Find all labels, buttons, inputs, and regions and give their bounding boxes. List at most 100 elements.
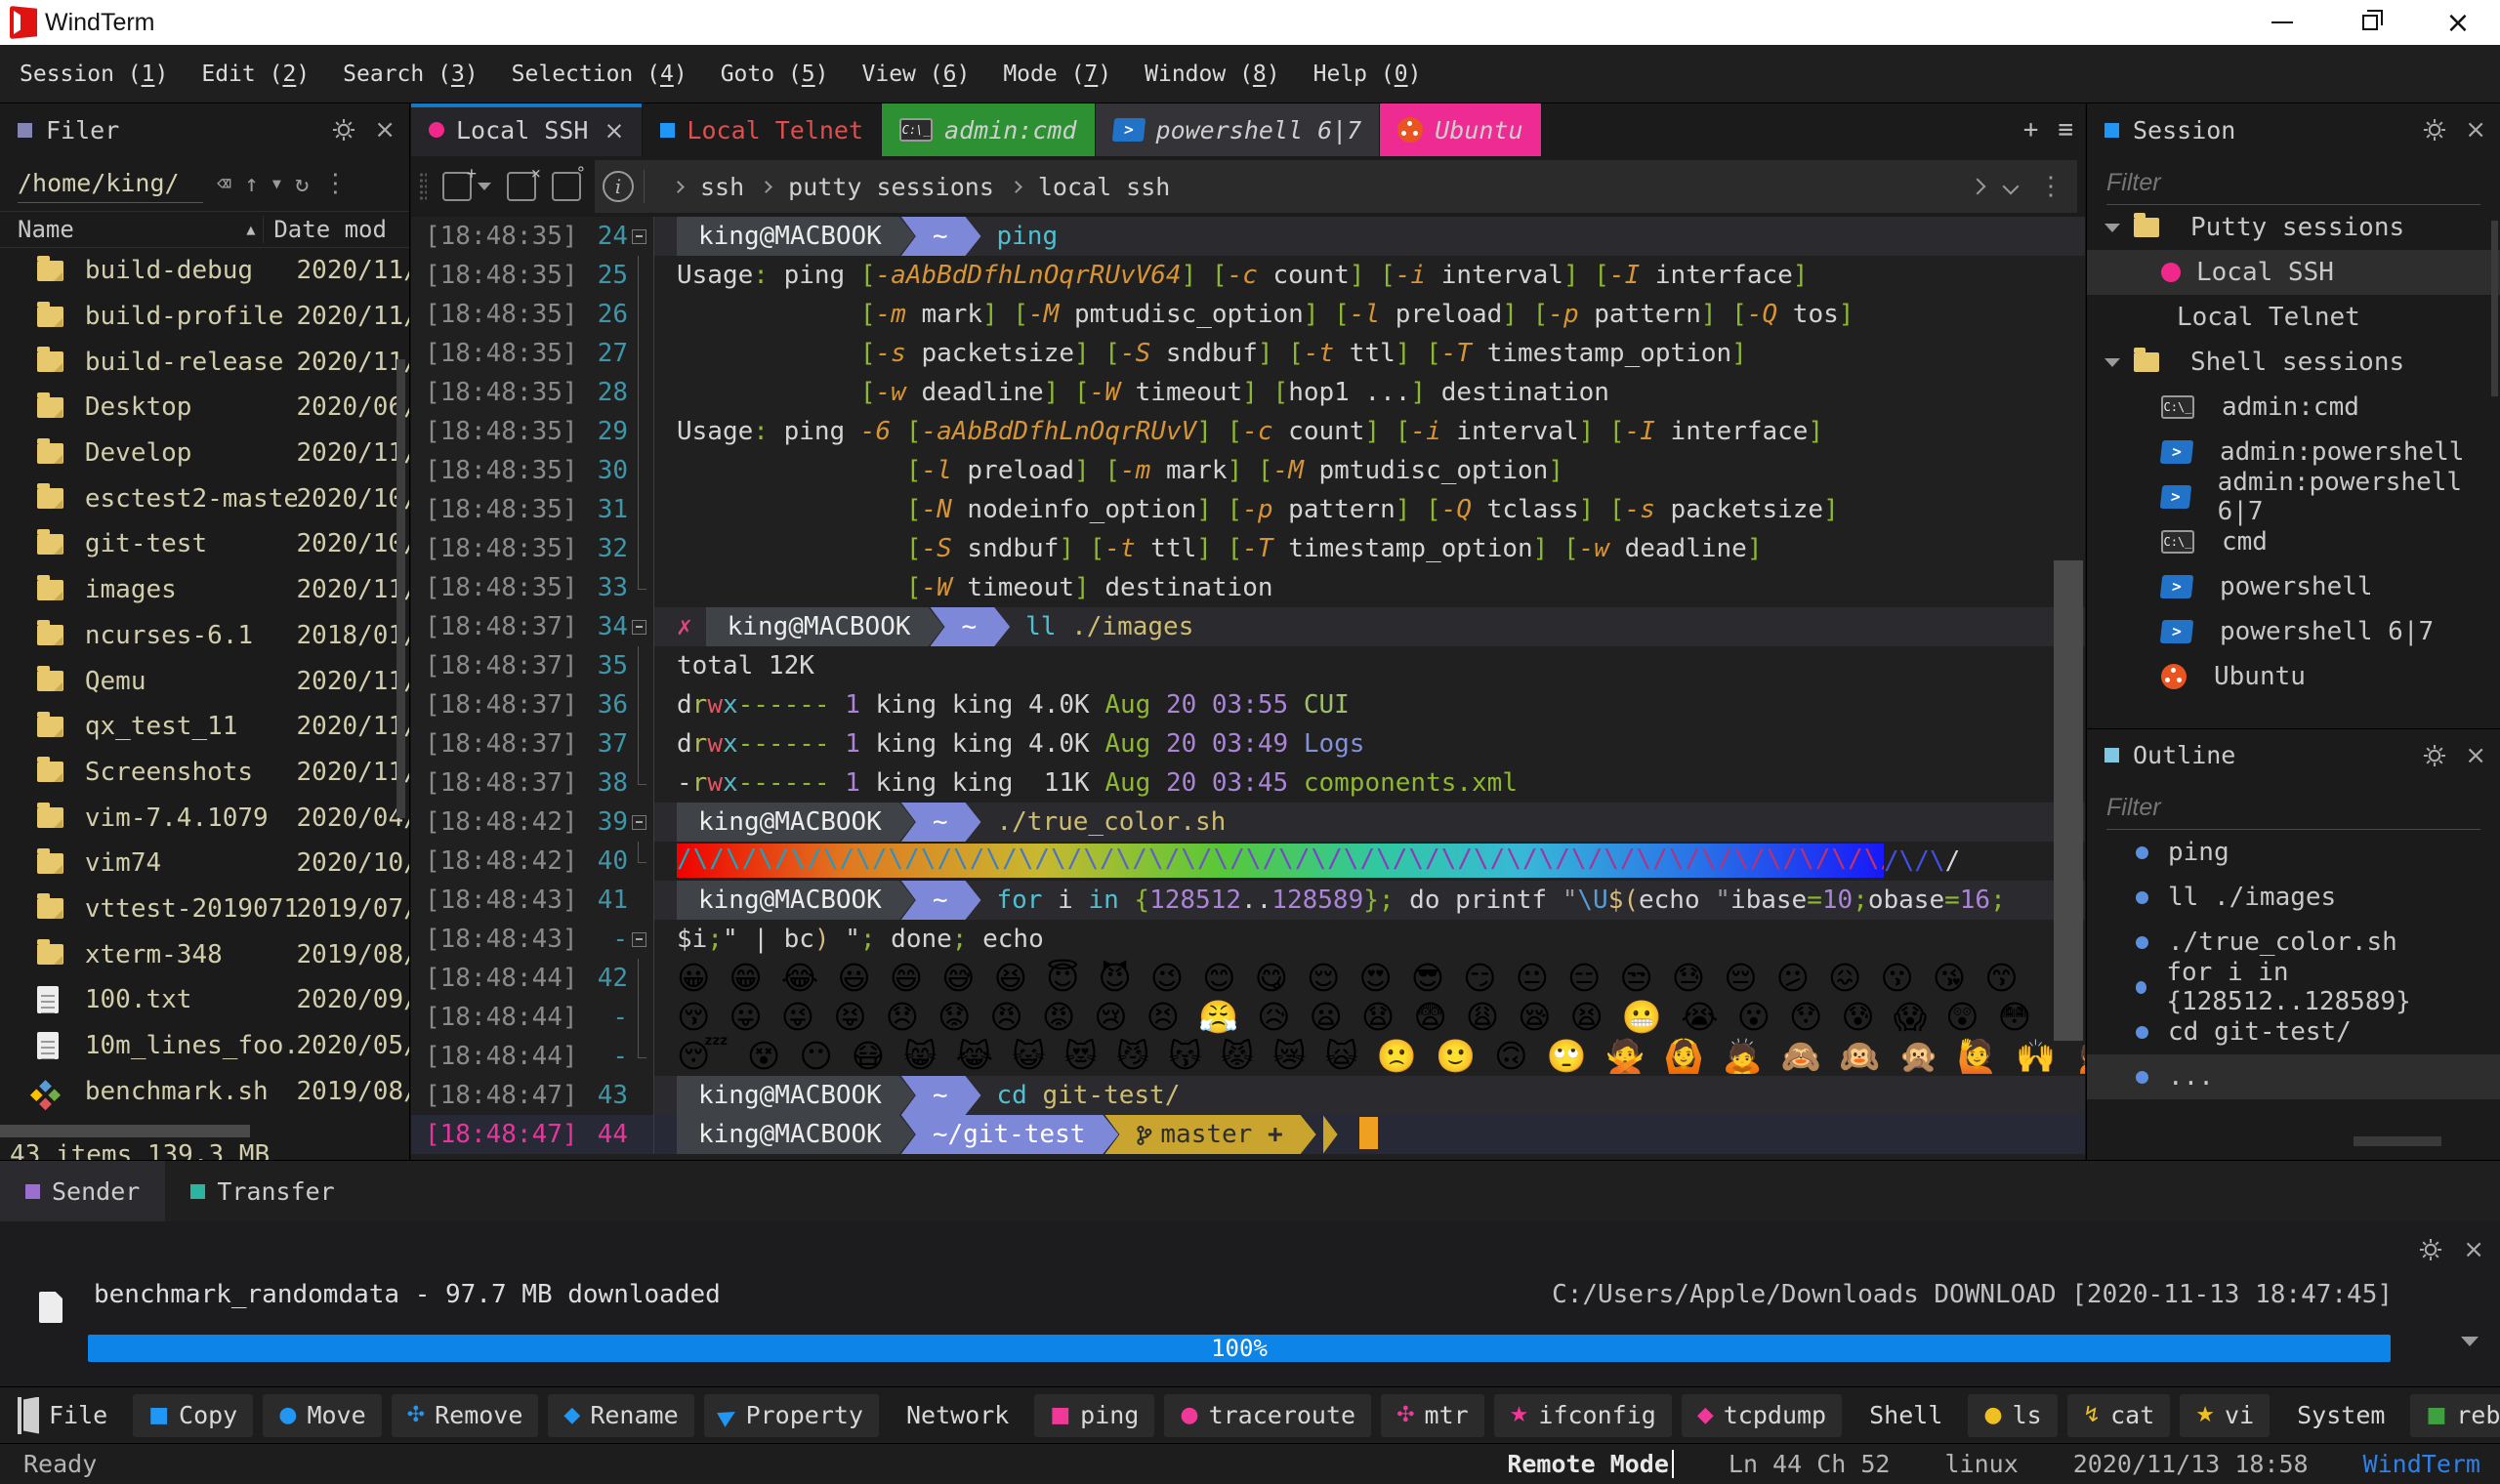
session-filter-input[interactable] bbox=[2106, 162, 2480, 205]
session-scrollbar[interactable] bbox=[2491, 221, 2498, 396]
session-item-local-ssh[interactable]: Local SSH bbox=[2087, 250, 2500, 295]
fold-marker[interactable] bbox=[628, 803, 653, 842]
filer-close-icon[interactable]: × bbox=[374, 115, 396, 144]
menu-view[interactable]: View (6) bbox=[849, 62, 984, 87]
file-row[interactable]: Screenshots 2020/11/ bbox=[0, 750, 409, 796]
file-row[interactable]: images 2020/11/ bbox=[0, 567, 409, 613]
session-item-local-telnet[interactable]: Local Telnet bbox=[2087, 295, 2500, 340]
file-row[interactable]: Qemu 2020/11/ bbox=[0, 658, 409, 704]
filer-settings-gear-icon[interactable] bbox=[331, 117, 356, 143]
file-row[interactable]: Desktop 2020/06/ bbox=[0, 385, 409, 431]
tab-ubuntu[interactable]: Ubuntu bbox=[1380, 103, 1542, 156]
status-mode[interactable]: Remote Mode bbox=[1507, 1450, 1674, 1478]
minimize-button[interactable] bbox=[2266, 6, 2299, 39]
tab-admin-cmd[interactable]: C:\_ admin:cmd bbox=[882, 103, 1096, 156]
toolbar-button-tcpdump[interactable]: ◆ tcpdump bbox=[1681, 1393, 1843, 1437]
session-item-admin-cmd[interactable]: C:\_ admin:cmd bbox=[2087, 385, 2500, 430]
file-row[interactable]: build-release 2020/11/ bbox=[0, 339, 409, 385]
menu-goto[interactable]: Goto (5) bbox=[707, 62, 843, 87]
outline-item[interactable]: ping bbox=[2087, 830, 2500, 875]
toolbar-button-ls[interactable]: ● ls bbox=[1968, 1393, 2058, 1437]
transfer-settings-gear-icon[interactable] bbox=[2418, 1237, 2443, 1262]
menu-mode[interactable]: Mode (7) bbox=[989, 62, 1125, 87]
column-date[interactable]: Date mod bbox=[263, 216, 409, 243]
file-row[interactable]: git-test 2020/10/ bbox=[0, 521, 409, 567]
outline-settings-gear-icon[interactable] bbox=[2422, 743, 2447, 768]
transfer-tab-sender[interactable]: Sender bbox=[0, 1161, 166, 1221]
file-row[interactable]: Develop 2020/11/ bbox=[0, 431, 409, 476]
file-row[interactable]: 10m_lines_foo.t…2020/05/ bbox=[0, 1023, 409, 1069]
menu-help[interactable]: Help (0) bbox=[1300, 62, 1436, 87]
up-dropdown-icon[interactable]: ▼ bbox=[272, 175, 281, 192]
toolbar-button-cat[interactable]: ↯ cat bbox=[2066, 1393, 2171, 1437]
transfer-tab-transfer[interactable]: Transfer bbox=[165, 1161, 359, 1221]
toolbar-button-remove[interactable]: ✣ Remove bbox=[391, 1393, 539, 1437]
session-item-powershell[interactable]: > powershell bbox=[2087, 564, 2500, 609]
up-directory-icon[interactable]: ↑ bbox=[244, 170, 258, 197]
tab-local-ssh[interactable]: Local SSH × bbox=[411, 103, 644, 156]
breadcrumb-item[interactable]: ssh bbox=[698, 171, 746, 203]
file-row[interactable]: build-debug 2020/11/ bbox=[0, 248, 409, 294]
filer-more-icon[interactable]: ⋮ bbox=[322, 169, 348, 198]
file-row[interactable]: 100.txt 2020/09/ bbox=[0, 977, 409, 1023]
session-item-powershell-6-7[interactable]: > powershell 6|7 bbox=[2087, 609, 2500, 654]
terminal-output[interactable]: [18:48:35] 24 king@MACBOOK ~ ping [18:48:35] 2… bbox=[411, 217, 2085, 1160]
session-group-putty-sessions[interactable]: Putty sessions bbox=[2087, 205, 2500, 250]
status-os[interactable]: linux bbox=[1944, 1450, 2018, 1478]
session-settings-gear-icon[interactable] bbox=[2422, 117, 2447, 143]
new-tab-dropdown-icon[interactable] bbox=[478, 183, 491, 190]
file-row[interactable]: ncurses-6.1 2018/01/ bbox=[0, 613, 409, 659]
new-window-icon[interactable]: ° bbox=[552, 164, 586, 201]
file-row[interactable]: vim-7.4.1079 2020/04/ bbox=[0, 795, 409, 841]
file-row[interactable]: esctest2-master 2020/10/ bbox=[0, 475, 409, 521]
info-icon[interactable]: i bbox=[603, 171, 634, 202]
file-row[interactable]: build-profile 2020/11/ bbox=[0, 294, 409, 340]
session-item-ubuntu[interactable]: Ubuntu bbox=[2087, 654, 2500, 699]
outline-close-icon[interactable]: × bbox=[2465, 741, 2486, 770]
drag-handle[interactable] bbox=[419, 172, 427, 201]
toolbar-button-ifconfig[interactable]: ★ ifconfig bbox=[1493, 1393, 1672, 1437]
transfer-close-icon[interactable]: × bbox=[2463, 1235, 2484, 1264]
outline-scrollbar[interactable] bbox=[2354, 1136, 2441, 1146]
outline-filter-input[interactable] bbox=[2106, 787, 2480, 830]
filer-path-input[interactable]: /home/king/ bbox=[18, 164, 203, 203]
filer-horizontal-scrollbar[interactable] bbox=[0, 1125, 250, 1137]
menu-session[interactable]: Session (1) bbox=[6, 62, 182, 87]
session-close-icon[interactable]: × bbox=[2465, 115, 2486, 144]
tab-close-icon[interactable]: × bbox=[604, 116, 624, 144]
file-row[interactable]: qx_test_11 2020/11/ bbox=[0, 704, 409, 750]
status-cursor-position[interactable]: Ln 44 Ch 52 bbox=[1729, 1450, 1891, 1478]
terminal-scrollbar[interactable] bbox=[2054, 560, 2083, 1041]
breadcrumb-item[interactable]: putty sessions bbox=[786, 171, 996, 203]
tab-powershell-6-7[interactable]: > powershell 6|7 bbox=[1095, 103, 1381, 156]
toolbar-button-copy[interactable]: ■ Copy bbox=[133, 1393, 254, 1437]
restore-button[interactable] bbox=[2354, 6, 2387, 39]
filer-vertical-scrollbar[interactable] bbox=[396, 359, 405, 818]
session-group-shell-sessions[interactable]: Shell sessions bbox=[2087, 340, 2500, 385]
refresh-icon[interactable]: ↻ bbox=[295, 170, 309, 197]
fold-marker[interactable] bbox=[628, 217, 653, 256]
toolbar-button-traceroute[interactable]: ● traceroute bbox=[1164, 1393, 1372, 1437]
exit-door-icon[interactable] bbox=[18, 1396, 21, 1434]
close-button[interactable]: × bbox=[2441, 6, 2475, 40]
close-tab-icon[interactable]: × bbox=[507, 164, 541, 201]
breadcrumb-item[interactable]: local ssh bbox=[1036, 171, 1172, 203]
outline-item[interactable]: for i in {128512..128589} bbox=[2087, 958, 2500, 1016]
breadcrumb-dropdown-icon[interactable] bbox=[2002, 178, 2020, 195]
menu-search[interactable]: Search (3) bbox=[329, 62, 492, 87]
toolbar-button-reboot[interactable]: ■ reboot bbox=[2410, 1393, 2500, 1437]
collapse-arrow-icon[interactable] bbox=[2104, 357, 2120, 367]
add-tab-icon[interactable]: + bbox=[2023, 115, 2039, 144]
tab-list-icon[interactable]: ≡ bbox=[2058, 115, 2073, 144]
menu-edit[interactable]: Edit (2) bbox=[188, 62, 323, 87]
session-item-admin-powershell-6-7[interactable]: > admin:powershell 6|7 bbox=[2087, 468, 2500, 526]
column-name[interactable]: Name ▲ bbox=[0, 216, 263, 243]
toolbar-button-move[interactable]: ● Move bbox=[263, 1393, 382, 1437]
file-row[interactable]: benchmark.sh 2019/08/ bbox=[0, 1068, 409, 1114]
fold-marker[interactable] bbox=[628, 607, 653, 646]
toolbar-button-mtr[interactable]: ✣ mtr bbox=[1381, 1393, 1484, 1437]
menu-selection[interactable]: Selection (4) bbox=[498, 62, 701, 87]
outline-item[interactable]: cd git-test/ bbox=[2087, 1010, 2500, 1054]
file-row[interactable]: vim74 2020/10/ bbox=[0, 841, 409, 886]
toolbar-button-property[interactable]: ▶ Property bbox=[703, 1393, 879, 1437]
